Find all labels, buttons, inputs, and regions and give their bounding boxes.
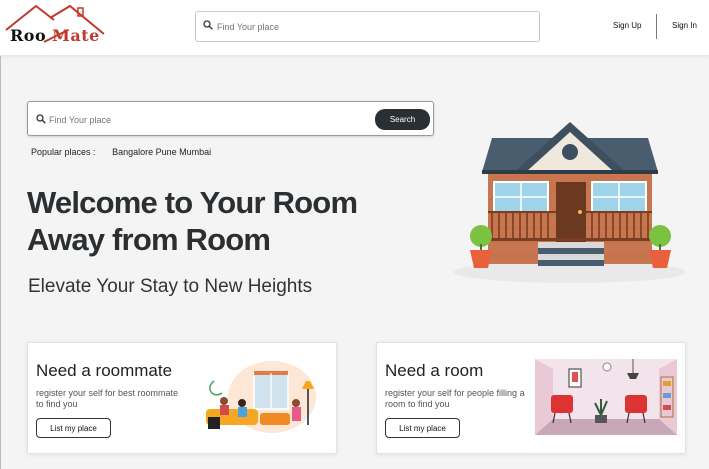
city-link-mumbai[interactable]: Mumbai xyxy=(179,147,211,157)
search-button[interactable]: Search xyxy=(375,109,430,130)
card-title: Need a room xyxy=(385,361,484,380)
popular-places-label: Popular places : xyxy=(31,147,96,157)
roommate-card: Need a roommate register your self for b… xyxy=(27,342,337,454)
hero-search-input[interactable] xyxy=(49,111,369,129)
city-link-bangalore[interactable]: Bangalore xyxy=(112,147,153,157)
list-my-place-button[interactable]: List my place xyxy=(36,418,111,438)
hero-search-bar[interactable]: Search xyxy=(27,101,434,136)
hero-headline-line2: Away from Room xyxy=(27,222,271,257)
card-description: register your self for people filling a … xyxy=(385,388,525,409)
left-border-line xyxy=(0,56,1,469)
hero-headline: Welcome to Your Room Away from Room xyxy=(27,184,417,258)
house-illustration-icon xyxy=(454,122,686,283)
roomate-logo[interactable]: Roo Mate xyxy=(4,4,136,50)
search-icon xyxy=(203,20,213,30)
list-my-place-button[interactable]: List my place xyxy=(385,418,460,438)
room-interior-illustration-icon xyxy=(535,359,677,435)
sign-up-link[interactable]: Sign Up xyxy=(613,21,641,30)
people-illustration-icon xyxy=(206,361,316,433)
nav-divider xyxy=(656,14,657,39)
top-header: Roo Mate Sign Up Sign In xyxy=(0,0,709,56)
sign-in-link[interactable]: Sign In xyxy=(672,21,697,30)
hero-subheadline: Elevate Your Stay to New Heights xyxy=(28,276,313,297)
logo-text-mate: Mate xyxy=(52,26,100,45)
card-description: register your self for best roommate to … xyxy=(36,388,179,409)
popular-places: Popular places : Bangalore Pune Mumbai xyxy=(31,147,211,157)
logo-text-roo: Roo xyxy=(10,26,47,45)
search-icon xyxy=(36,114,46,124)
header-search-box[interactable] xyxy=(195,11,540,42)
room-card: Need a room register your self for peopl… xyxy=(376,342,686,454)
card-title: Need a roommate xyxy=(36,361,173,380)
city-link-pune[interactable]: Pune xyxy=(156,147,177,157)
header-search-input[interactable] xyxy=(217,18,517,36)
hero-headline-line1: Welcome to Your Room xyxy=(27,185,358,220)
